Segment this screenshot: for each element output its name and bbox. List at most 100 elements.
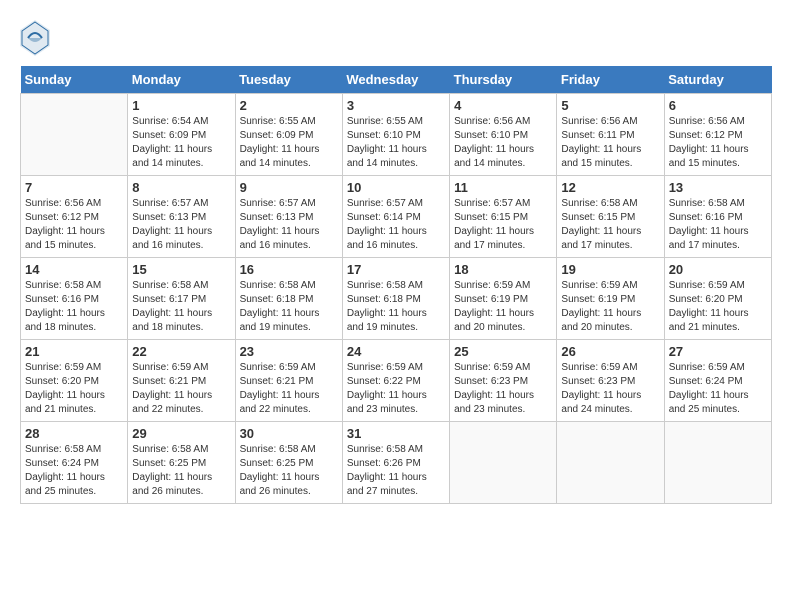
logo-icon: [20, 20, 50, 56]
calendar-week-row: 14 Sunrise: 6:58 AMSunset: 6:16 PMDayligh…: [21, 258, 772, 340]
day-number: 4: [454, 98, 552, 113]
day-info: Sunrise: 6:56 AMSunset: 6:12 PMDaylight:…: [25, 197, 123, 253]
day-number: 11: [454, 180, 552, 195]
calendar-cell: 1 Sunrise: 6:54 AMSunset: 6:09 PMDaylight…: [128, 94, 235, 176]
day-info: Sunrise: 6:59 AMSunset: 6:23 PMDaylight:…: [561, 361, 659, 417]
calendar-cell: 22 Sunrise: 6:59 AMSunset: 6:21 PMDayligh…: [128, 340, 235, 422]
day-info: Sunrise: 6:58 AMSunset: 6:16 PMDaylight:…: [669, 197, 767, 253]
day-number: 31: [347, 426, 445, 441]
day-info: Sunrise: 6:57 AMSunset: 6:13 PMDaylight:…: [132, 197, 230, 253]
calendar-header-row: SundayMondayTuesdayWednesdayThursdayFrid…: [21, 66, 772, 94]
calendar-week-row: 21 Sunrise: 6:59 AMSunset: 6:20 PMDayligh…: [21, 340, 772, 422]
day-info: Sunrise: 6:58 AMSunset: 6:15 PMDaylight:…: [561, 197, 659, 253]
day-number: 3: [347, 98, 445, 113]
day-info: Sunrise: 6:59 AMSunset: 6:19 PMDaylight:…: [561, 279, 659, 335]
day-info: Sunrise: 6:59 AMSunset: 6:20 PMDaylight:…: [669, 279, 767, 335]
day-info: Sunrise: 6:58 AMSunset: 6:18 PMDaylight:…: [347, 279, 445, 335]
day-number: 8: [132, 180, 230, 195]
calendar-cell: 31 Sunrise: 6:58 AMSunset: 6:26 PMDayligh…: [342, 422, 449, 504]
day-info: Sunrise: 6:59 AMSunset: 6:22 PMDaylight:…: [347, 361, 445, 417]
day-number: 19: [561, 262, 659, 277]
day-info: Sunrise: 6:59 AMSunset: 6:20 PMDaylight:…: [25, 361, 123, 417]
calendar-cell: 2 Sunrise: 6:55 AMSunset: 6:09 PMDaylight…: [235, 94, 342, 176]
day-info: Sunrise: 6:58 AMSunset: 6:17 PMDaylight:…: [132, 279, 230, 335]
day-number: 17: [347, 262, 445, 277]
calendar-cell: 17 Sunrise: 6:58 AMSunset: 6:18 PMDayligh…: [342, 258, 449, 340]
calendar-day-header: Saturday: [664, 66, 771, 94]
calendar-day-header: Monday: [128, 66, 235, 94]
day-number: 23: [240, 344, 338, 359]
day-number: 1: [132, 98, 230, 113]
calendar-cell: [557, 422, 664, 504]
day-number: 27: [669, 344, 767, 359]
calendar-cell: 6 Sunrise: 6:56 AMSunset: 6:12 PMDaylight…: [664, 94, 771, 176]
day-info: Sunrise: 6:56 AMSunset: 6:12 PMDaylight:…: [669, 115, 767, 171]
calendar-cell: 19 Sunrise: 6:59 AMSunset: 6:19 PMDayligh…: [557, 258, 664, 340]
calendar-week-row: 1 Sunrise: 6:54 AMSunset: 6:09 PMDaylight…: [21, 94, 772, 176]
day-number: 12: [561, 180, 659, 195]
day-number: 28: [25, 426, 123, 441]
day-number: 15: [132, 262, 230, 277]
calendar-cell: 25 Sunrise: 6:59 AMSunset: 6:23 PMDayligh…: [450, 340, 557, 422]
calendar-cell: 21 Sunrise: 6:59 AMSunset: 6:20 PMDayligh…: [21, 340, 128, 422]
calendar-day-header: Tuesday: [235, 66, 342, 94]
calendar-day-header: Friday: [557, 66, 664, 94]
day-info: Sunrise: 6:56 AMSunset: 6:10 PMDaylight:…: [454, 115, 552, 171]
day-info: Sunrise: 6:55 AMSunset: 6:09 PMDaylight:…: [240, 115, 338, 171]
calendar-cell: 9 Sunrise: 6:57 AMSunset: 6:13 PMDaylight…: [235, 176, 342, 258]
day-number: 24: [347, 344, 445, 359]
day-number: 18: [454, 262, 552, 277]
day-number: 21: [25, 344, 123, 359]
calendar-week-row: 7Sunrise: 6:56 AMSunset: 6:12 PMDaylight…: [21, 176, 772, 258]
day-number: 22: [132, 344, 230, 359]
day-number: 25: [454, 344, 552, 359]
day-info: Sunrise: 6:57 AMSunset: 6:15 PMDaylight:…: [454, 197, 552, 253]
day-number: 2: [240, 98, 338, 113]
calendar-cell: 18Sunrise: 6:59 AMSunset: 6:19 PMDayligh…: [450, 258, 557, 340]
day-number: 14: [25, 262, 123, 277]
calendar-cell: 23Sunrise: 6:59 AMSunset: 6:21 PMDayligh…: [235, 340, 342, 422]
logo: [20, 20, 54, 56]
calendar-cell: 11 Sunrise: 6:57 AMSunset: 6:15 PMDayligh…: [450, 176, 557, 258]
page-header: [20, 20, 772, 56]
calendar-cell: 3Sunrise: 6:55 AMSunset: 6:10 PMDaylight…: [342, 94, 449, 176]
calendar-cell: 15 Sunrise: 6:58 AMSunset: 6:17 PMDayligh…: [128, 258, 235, 340]
calendar-cell: 8 Sunrise: 6:57 AMSunset: 6:13 PMDaylight…: [128, 176, 235, 258]
day-number: 9: [240, 180, 338, 195]
day-info: Sunrise: 6:54 AMSunset: 6:09 PMDaylight:…: [132, 115, 230, 171]
day-number: 13: [669, 180, 767, 195]
day-info: Sunrise: 6:56 AMSunset: 6:11 PMDaylight:…: [561, 115, 659, 171]
calendar-cell: 7Sunrise: 6:56 AMSunset: 6:12 PMDaylight…: [21, 176, 128, 258]
calendar-table: SundayMondayTuesdayWednesdayThursdayFrid…: [20, 66, 772, 504]
day-info: Sunrise: 6:59 AMSunset: 6:23 PMDaylight:…: [454, 361, 552, 417]
calendar-cell: 13 Sunrise: 6:58 AMSunset: 6:16 PMDayligh…: [664, 176, 771, 258]
calendar-cell: 20 Sunrise: 6:59 AMSunset: 6:20 PMDayligh…: [664, 258, 771, 340]
calendar-week-row: 28 Sunrise: 6:58 AMSunset: 6:24 PMDayligh…: [21, 422, 772, 504]
day-number: 6: [669, 98, 767, 113]
day-info: Sunrise: 6:57 AMSunset: 6:14 PMDaylight:…: [347, 197, 445, 253]
calendar-cell: 29Sunrise: 6:58 AMSunset: 6:25 PMDayligh…: [128, 422, 235, 504]
day-info: Sunrise: 6:58 AMSunset: 6:26 PMDaylight:…: [347, 443, 445, 499]
calendar-day-header: Wednesday: [342, 66, 449, 94]
day-number: 30: [240, 426, 338, 441]
day-number: 16: [240, 262, 338, 277]
calendar-cell: 24 Sunrise: 6:59 AMSunset: 6:22 PMDayligh…: [342, 340, 449, 422]
day-info: Sunrise: 6:58 AMSunset: 6:25 PMDaylight:…: [240, 443, 338, 499]
day-info: Sunrise: 6:57 AMSunset: 6:13 PMDaylight:…: [240, 197, 338, 253]
day-number: 10: [347, 180, 445, 195]
day-info: Sunrise: 6:58 AMSunset: 6:24 PMDaylight:…: [25, 443, 123, 499]
calendar-cell: 10 Sunrise: 6:57 AMSunset: 6:14 PMDayligh…: [342, 176, 449, 258]
day-info: Sunrise: 6:58 AMSunset: 6:16 PMDaylight:…: [25, 279, 123, 335]
day-number: 5: [561, 98, 659, 113]
calendar-cell: 28 Sunrise: 6:58 AMSunset: 6:24 PMDayligh…: [21, 422, 128, 504]
calendar-cell: [664, 422, 771, 504]
calendar-cell: [21, 94, 128, 176]
day-number: 26: [561, 344, 659, 359]
calendar-cell: 14 Sunrise: 6:58 AMSunset: 6:16 PMDayligh…: [21, 258, 128, 340]
calendar-cell: 26 Sunrise: 6:59 AMSunset: 6:23 PMDayligh…: [557, 340, 664, 422]
calendar-cell: 16Sunrise: 6:58 AMSunset: 6:18 PMDayligh…: [235, 258, 342, 340]
calendar-cell: 4 Sunrise: 6:56 AMSunset: 6:10 PMDaylight…: [450, 94, 557, 176]
calendar-cell: [450, 422, 557, 504]
day-number: 20: [669, 262, 767, 277]
day-info: Sunrise: 6:59 AMSunset: 6:21 PMDaylight:…: [132, 361, 230, 417]
